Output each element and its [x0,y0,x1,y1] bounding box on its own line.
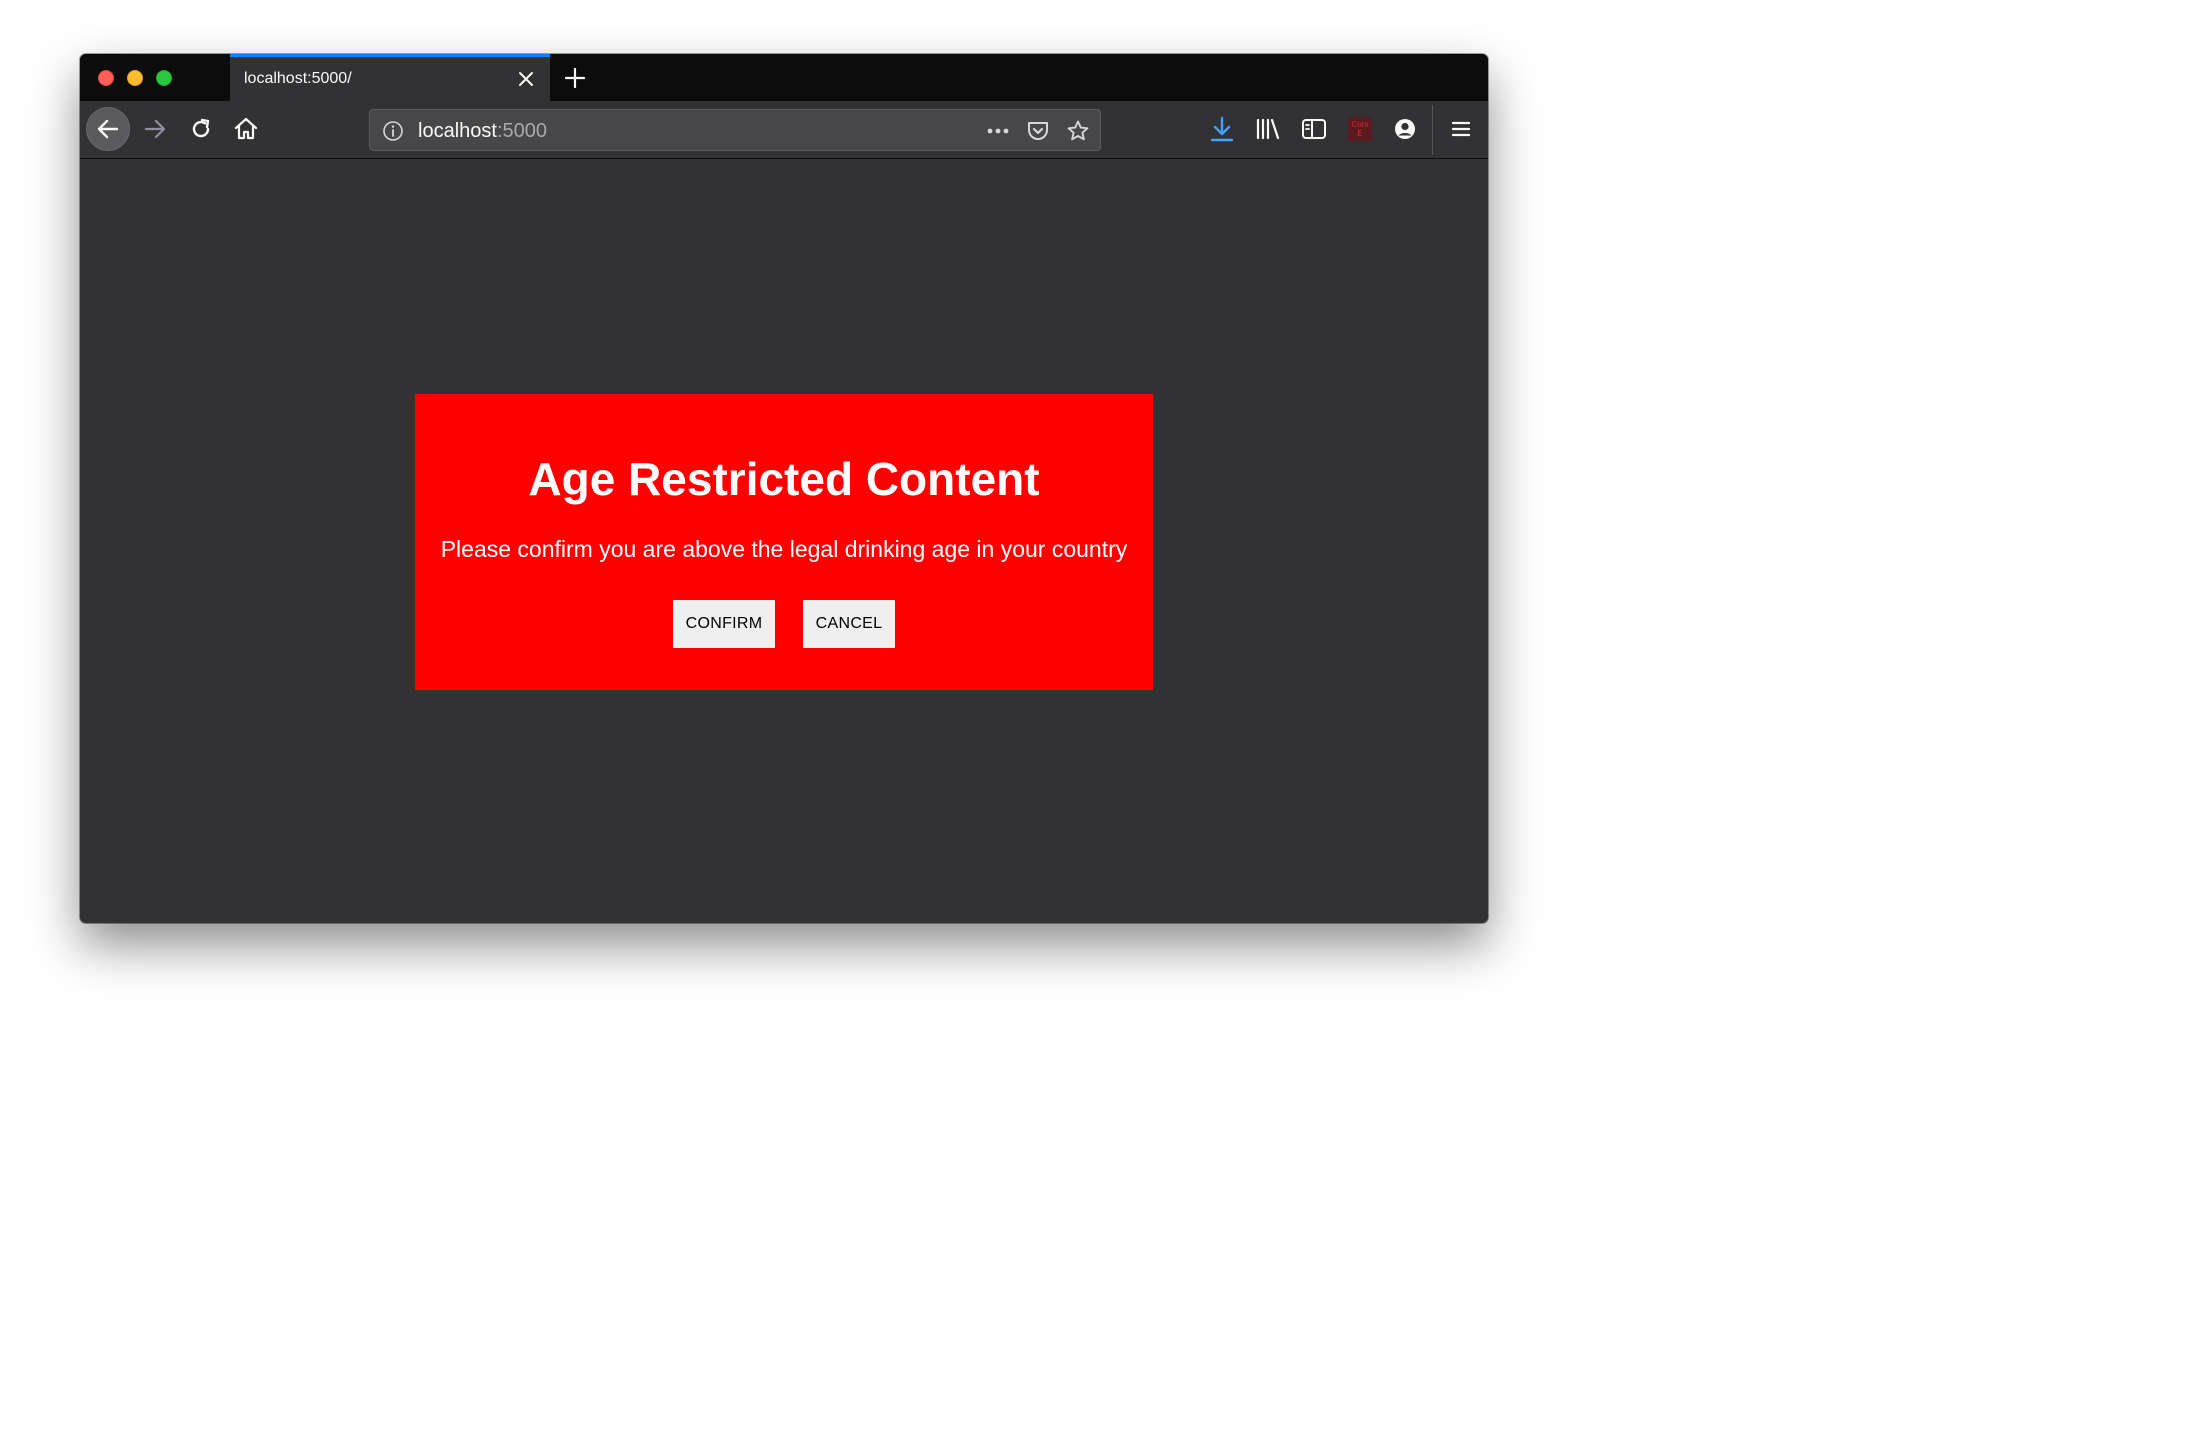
page-content: Age Restricted Content Please confirm yo… [80,160,1488,923]
cors-extension-icon[interactable]: Cors E [1345,114,1375,144]
url-text[interactable]: localhost:5000 [418,120,547,143]
browser-window: localhost:5000/ localhost:5000 Cors E Ag… [80,54,1488,923]
window-maximize-button[interactable] [156,70,172,86]
tab-title: localhost:5000/ [244,70,352,87]
modal-message: Please confirm you are above the legal d… [440,536,1128,562]
plus-icon[interactable] [560,63,590,93]
pocket-icon[interactable] [1026,119,1050,143]
sidebar-icon[interactable] [1299,114,1329,144]
close-icon[interactable] [514,67,538,91]
cancel-button[interactable]: CANCEL [803,600,895,648]
tab-active[interactable]: localhost:5000/ [230,54,550,101]
tab-strip: localhost:5000/ [80,54,1488,101]
confirm-button[interactable]: CONFIRM [673,600,775,648]
window-close-button[interactable] [98,70,114,86]
arrow-left-icon [97,119,119,139]
window-minimize-button[interactable] [127,70,143,86]
modal-title: Age Restricted Content [528,453,1040,505]
star-icon[interactable] [1066,119,1090,143]
library-icon[interactable] [1253,114,1283,144]
info-icon[interactable] [382,120,404,142]
back-button[interactable] [86,107,130,151]
url-host: localhost [418,120,497,142]
cors-label-top: Cors [1351,120,1369,129]
home-button[interactable] [224,107,268,151]
home-icon [234,117,258,140]
forward-button[interactable] [133,107,177,151]
navigation-toolbar: localhost:5000 Cors E [80,101,1488,159]
reload-button[interactable] [179,107,223,151]
account-icon[interactable] [1390,114,1420,144]
age-restriction-modal: Age Restricted Content Please confirm yo… [415,394,1153,690]
url-port: :5000 [496,120,547,142]
toolbar-separator [1432,105,1433,155]
arrow-right-icon [144,119,166,139]
url-bar[interactable]: localhost:5000 [369,109,1101,151]
ellipsis-icon[interactable] [986,119,1010,143]
download-icon[interactable] [1207,114,1237,144]
cors-label-bottom: E [1357,129,1363,138]
hamburger-menu-icon[interactable] [1446,114,1476,144]
reload-icon [192,118,210,138]
